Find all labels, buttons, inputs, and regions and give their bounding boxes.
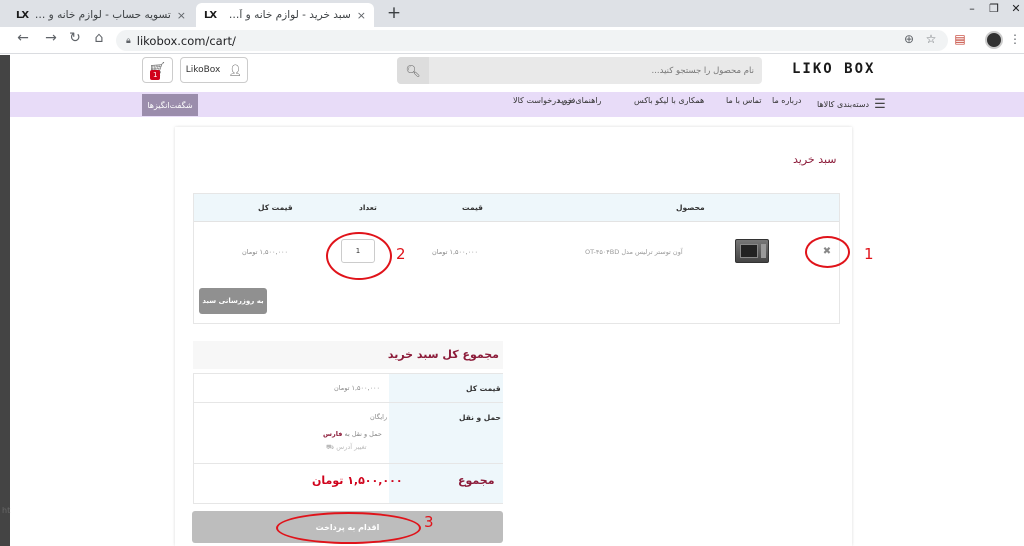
annotation-circle-remove — [805, 236, 850, 268]
url-text: likobox.com/cart/ — [136, 33, 236, 48]
site-search: 🔍︎ — [397, 57, 762, 84]
column-header-product: محصول — [676, 203, 705, 212]
row-divider — [193, 402, 503, 403]
annotation-number-1: 1 — [864, 245, 874, 263]
account-button[interactable]: LikoBox 👤︎ — [180, 57, 248, 83]
column-header-qty: تعداد — [359, 203, 377, 212]
clipped-side-text: ht — [2, 506, 11, 515]
site-logo[interactable]: LIKO BOX — [792, 61, 875, 77]
order-total-value: ۱,۵۰۰,۰۰۰ تومان — [312, 474, 403, 487]
cart-totals-heading: مجموع کل سبد خرید — [193, 341, 503, 369]
back-arrow-icon[interactable]: ← — [14, 30, 32, 46]
categories-menu[interactable]: دسته‌بندی کالاها ☰ — [817, 94, 886, 114]
browser-tab-cart[interactable]: LX سبد خرید - لوازم خانه و آشپزخانه × — [196, 3, 374, 27]
restore-window-button[interactable]: ❐ — [982, 2, 1006, 15]
lock-icon: 🔒︎ — [126, 35, 131, 46]
column-header-price: قیمت — [462, 203, 483, 212]
profile-avatar[interactable] — [985, 31, 1003, 49]
subtotal-value: ۱,۵۰۰,۰۰۰ تومان — [334, 384, 381, 392]
update-cart-button[interactable]: به روزرسانی سبد — [199, 288, 267, 314]
nav-item-about[interactable]: درباره ما — [772, 96, 801, 105]
item-price: ۱,۵۰۰,۰۰۰ تومان — [432, 248, 479, 256]
nav-item-cooperation[interactable]: همکاری با لیکو باکس — [634, 96, 704, 105]
tab-title: سبد خرید - لوازم خانه و آشپزخانه — [222, 9, 351, 21]
new-tab-button[interactable]: + — [384, 3, 404, 23]
change-address-label: تغییر آدرس — [336, 443, 367, 451]
subtotal-label: قیمت کل — [466, 384, 501, 393]
header-cart-button[interactable]: 🛒︎ 1 — [142, 57, 173, 83]
account-label: LikoBox — [185, 65, 221, 75]
search-icon[interactable]: 🔍︎ — [397, 57, 429, 84]
bookmark-star-icon[interactable]: ☆ — [922, 32, 940, 46]
oven-controls — [761, 244, 766, 258]
totals-label-cell — [389, 403, 503, 463]
annotation-number-2: 2 — [396, 245, 406, 263]
user-icon: 👤︎ — [228, 63, 243, 77]
annotation-number-3: 3 — [424, 513, 434, 531]
annotation-circle-checkout — [276, 512, 421, 544]
nav-item-buying-guide[interactable]: راهنمای خرید — [557, 96, 601, 105]
page-title: سبد خرید — [793, 153, 837, 166]
product-name-link[interactable]: آون توستر ترلیس مدل OT-۴۵۰۴BD — [585, 248, 683, 256]
browser-tab-checkout[interactable]: LX تسویه حساب - لوازم خانه و آشپزخانه × — [8, 3, 194, 27]
home-icon[interactable]: ⌂ — [90, 30, 108, 46]
item-subtotal: ۱,۵۰۰,۰۰۰ تومان — [242, 248, 289, 256]
close-window-button[interactable]: ✕ — [1004, 2, 1024, 15]
annotation-circle-quantity — [326, 232, 392, 280]
address-bar[interactable]: 🔒︎ likobox.com/cart/ — [116, 30, 948, 51]
pdf-extension-icon[interactable]: ▤ — [951, 32, 969, 46]
hamburger-icon: ☰ — [874, 96, 886, 112]
minimize-window-button[interactable]: – — [960, 2, 984, 15]
browser-menu-icon[interactable]: ⋮ — [1006, 32, 1024, 46]
shipping-province: فارس — [323, 430, 343, 438]
shipping-destination-label: حمل و نقل به — [344, 430, 382, 438]
column-header-total: قیمت کل — [258, 203, 293, 212]
reload-icon[interactable]: ↻ — [66, 30, 84, 46]
nav-item-contact[interactable]: تماس با ما — [726, 96, 762, 105]
shipping-method: رایگان — [370, 413, 388, 421]
tab-close-icon[interactable]: × — [357, 9, 366, 22]
site-favicon-icon: LX — [16, 9, 29, 21]
left-edge-strip — [0, 55, 10, 546]
search-input[interactable] — [429, 65, 762, 76]
nav-item-amazing-offers[interactable]: شگفت‌انگیزها — [142, 94, 198, 116]
product-thumbnail[interactable] — [735, 239, 769, 263]
categories-label: دسته‌بندی کالاها — [817, 99, 870, 109]
oven-window — [740, 244, 758, 258]
zoom-icon[interactable]: ⊕ — [900, 32, 918, 46]
row-divider — [193, 463, 503, 464]
tab-title: تسویه حساب - لوازم خانه و آشپزخانه — [34, 9, 171, 21]
cart-count-badge: 1 — [150, 70, 161, 80]
cart-totals-title: مجموع کل سبد خرید — [387, 348, 499, 361]
order-total-label: مجموع — [458, 474, 495, 487]
change-address-link[interactable]: تغییر آدرس ⛟ — [326, 443, 367, 452]
site-favicon-icon: LX — [204, 9, 217, 21]
truck-icon: ⛟ — [326, 443, 335, 451]
shipping-label: حمل و نقل — [459, 413, 501, 422]
forward-arrow-icon[interactable]: → — [42, 30, 60, 46]
shipping-destination: حمل و نقل به فارس — [323, 430, 382, 438]
tab-close-icon[interactable]: × — [177, 9, 186, 22]
